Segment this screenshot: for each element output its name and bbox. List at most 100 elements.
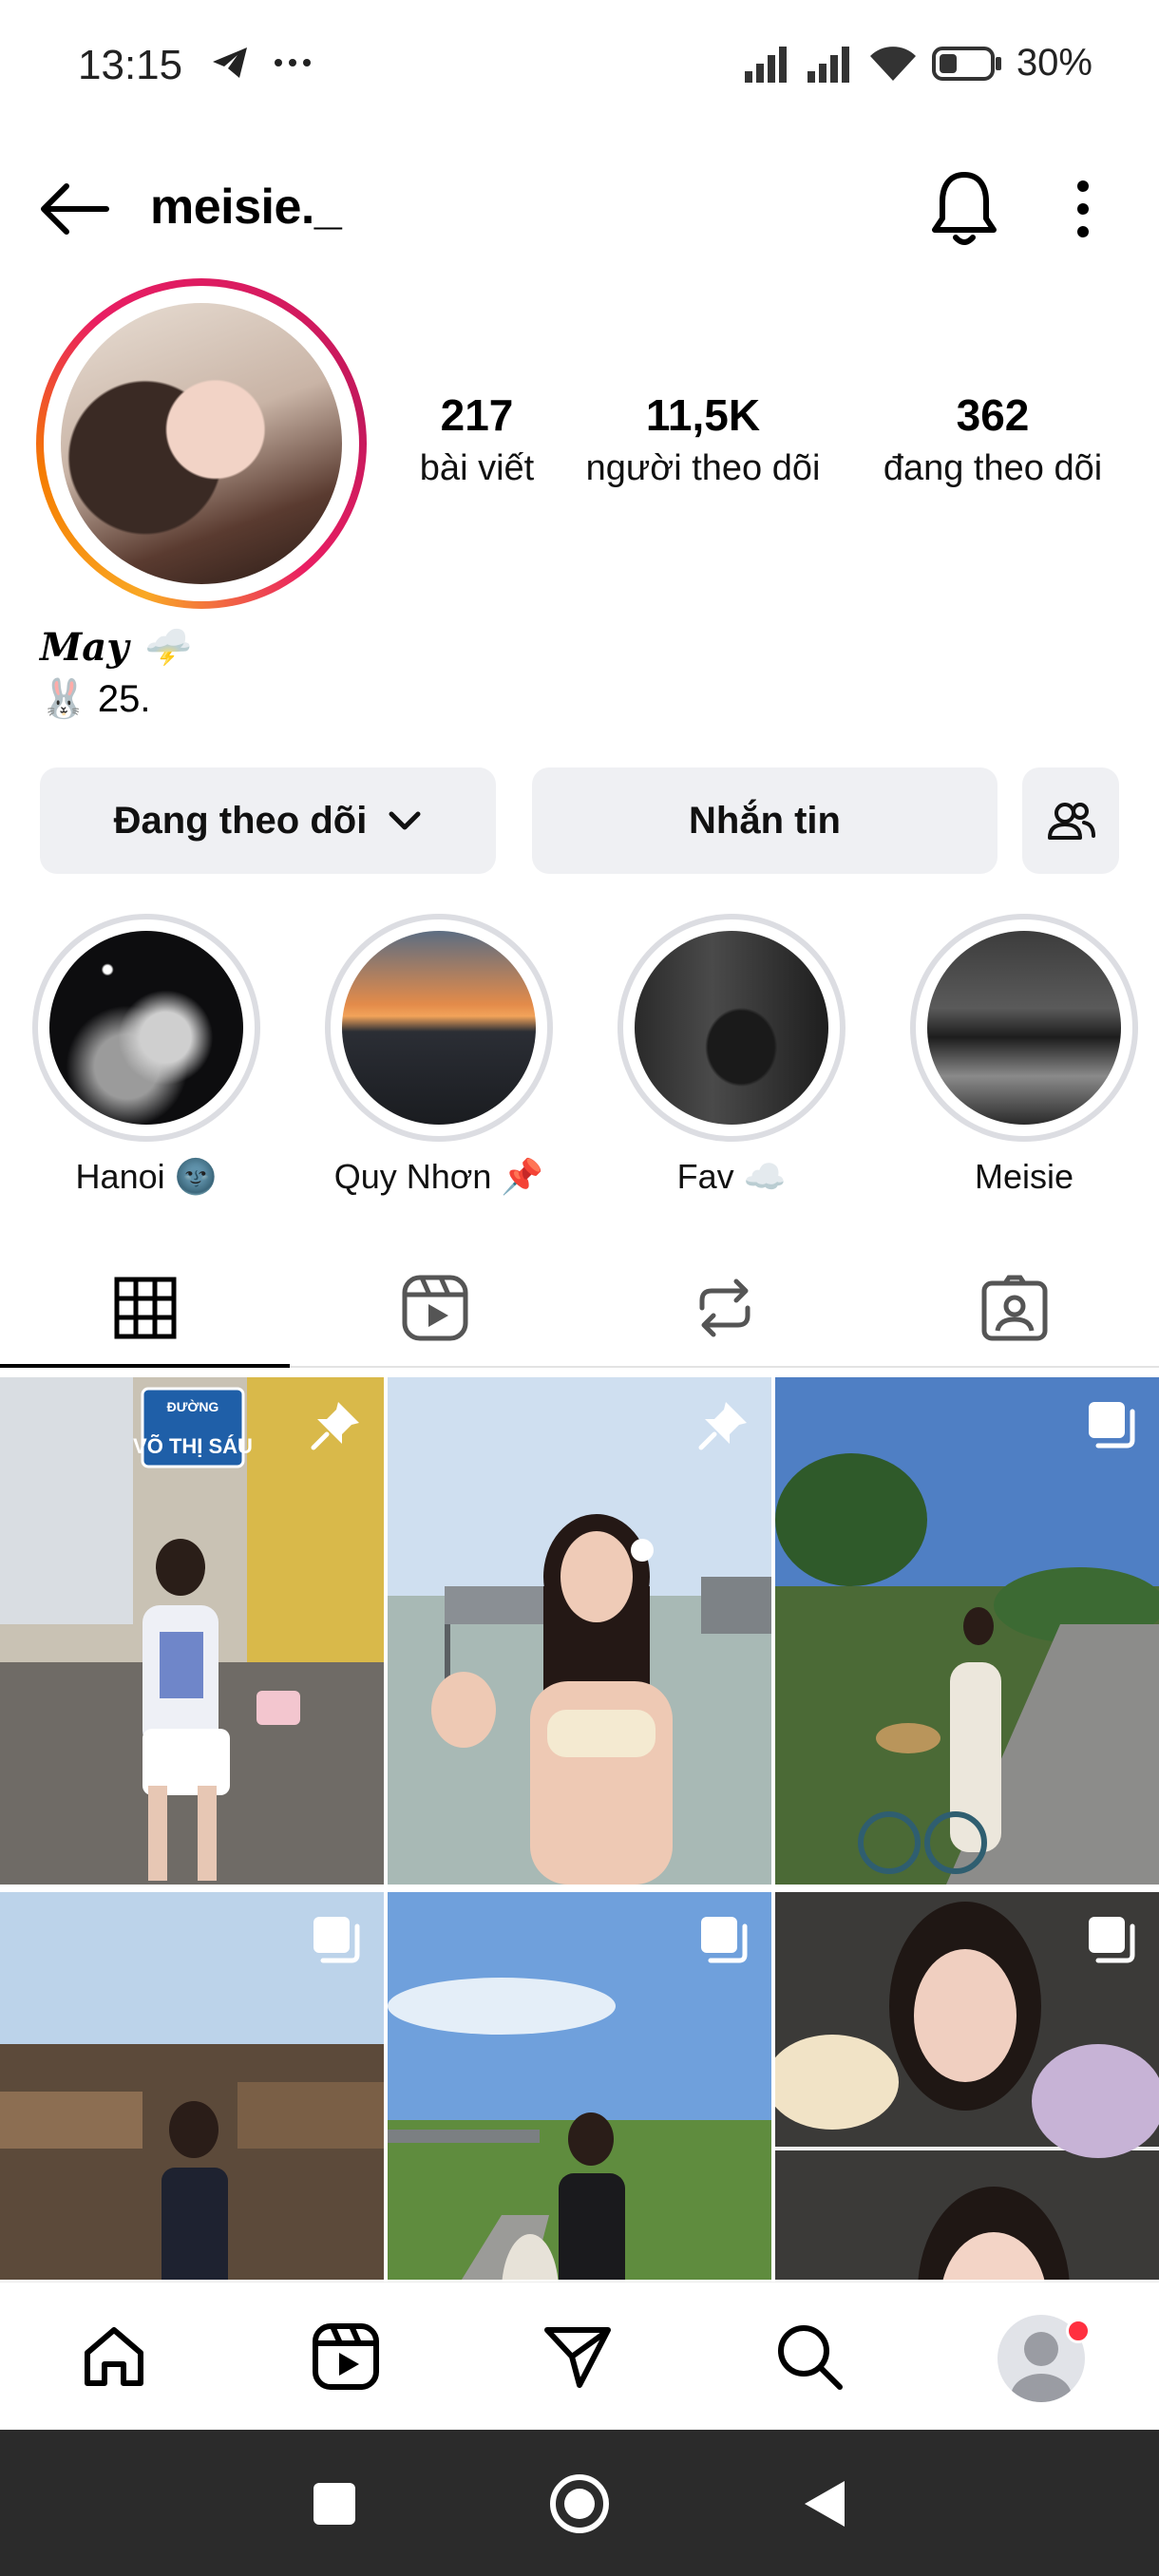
circle-icon — [550, 2474, 609, 2533]
more-options-button[interactable] — [1060, 175, 1106, 243]
grid-post[interactable]: ĐƯỜNG VÕ THỊ SÁU — [0, 1377, 384, 1885]
bell-icon — [932, 172, 997, 245]
grid-post[interactable] — [775, 1892, 1159, 2280]
grid-post[interactable] — [0, 1892, 384, 2280]
message-button-label: Nhắn tin — [689, 799, 841, 842]
stat-following[interactable]: 362 đang theo dõi — [855, 389, 1130, 489]
stat-posts-label: bài viết — [419, 448, 535, 488]
signal-icon — [807, 46, 849, 83]
grid-post[interactable] — [388, 1377, 771, 1885]
highlight-ring — [325, 914, 553, 1142]
wifi-icon — [869, 46, 916, 81]
home-system-button[interactable] — [540, 2464, 619, 2544]
telegram-icon — [213, 47, 247, 78]
profile-avatar-story-ring[interactable] — [36, 278, 367, 609]
highlight-item[interactable]: Quy Nhơn 📌 — [325, 914, 553, 1197]
triangle-back-icon — [805, 2481, 845, 2527]
grid-post[interactable] — [388, 1892, 771, 2280]
carousel-icon — [1089, 1917, 1135, 1963]
highlight-item[interactable]: Fav ☁️ — [618, 914, 846, 1197]
notification-dot — [1066, 2319, 1091, 2343]
grid-icon — [114, 1277, 176, 1339]
status-time: 13:15 — [78, 42, 183, 88]
bio-line: 🐰 25. — [40, 678, 151, 720]
tab-tagged[interactable] — [869, 1246, 1159, 1370]
back-arrow-icon — [41, 183, 109, 235]
highlight-thumbnail — [342, 931, 536, 1125]
nav-reels[interactable] — [306, 2317, 386, 2396]
highlight-label: Fav ☁️ — [676, 1157, 787, 1196]
status-left-icons — [211, 46, 312, 80]
battery-percent: 30% — [1016, 42, 1092, 84]
direct-icon — [544, 2327, 611, 2388]
suggested-people-button[interactable] — [1022, 767, 1119, 874]
highlight-ring — [910, 914, 1138, 1142]
highlight-label: Quy Nhơn 📌 — [333, 1157, 544, 1196]
nav-home[interactable] — [74, 2317, 154, 2396]
highlight-thumbnail — [49, 931, 243, 1125]
bio-name: May 🌩️ — [40, 625, 190, 670]
system-navigation-bar — [0, 2430, 1159, 2576]
tagged-icon — [981, 1275, 1047, 1341]
stat-following-count: 362 — [956, 390, 1030, 440]
following-button-label: Đang theo dõi — [113, 799, 368, 842]
profile-header: meisie._ — [0, 161, 1159, 256]
tab-reels[interactable] — [290, 1246, 580, 1370]
highlight-thumbnail — [635, 931, 828, 1125]
square-icon — [314, 2483, 355, 2525]
tab-reposts[interactable] — [580, 1246, 869, 1370]
highlight-item[interactable]: Meisie — [910, 914, 1138, 1197]
more-notifications-icon — [275, 59, 311, 66]
post-image — [388, 1377, 771, 1885]
highlight-ring — [618, 914, 846, 1142]
search-icon — [778, 2325, 843, 2390]
add-people-icon — [1048, 803, 1095, 840]
back-button[interactable] — [38, 179, 110, 239]
profile-tabs — [0, 1246, 1159, 1370]
post-image: ĐƯỜNG VÕ THỊ SÁU — [0, 1377, 384, 1885]
battery-icon — [931, 46, 1001, 81]
active-tab-indicator — [0, 1364, 290, 1368]
back-system-button[interactable] — [785, 2464, 864, 2544]
stat-posts[interactable]: 217 bài viết — [401, 389, 553, 489]
stat-followers-label: người theo dõi — [585, 448, 821, 488]
stat-followers-count: 11,5K — [645, 390, 761, 440]
street-sign-top: ĐƯỜNG — [167, 1398, 219, 1414]
carousel-icon — [701, 1917, 748, 1963]
more-vertical-icon — [1077, 180, 1089, 237]
status-right: 30% — [743, 42, 1092, 85]
stat-followers[interactable]: 11,5K người theo dõi — [568, 389, 838, 489]
highlight-ring — [32, 914, 260, 1142]
reels-icon — [402, 1275, 467, 1341]
highlight-label: Hanoi 🌚 — [75, 1157, 218, 1196]
recents-button[interactable] — [294, 2464, 374, 2544]
avatar-inner — [44, 286, 359, 601]
following-button[interactable]: Đang theo dõi — [40, 767, 496, 874]
highlight-label: Meisie — [974, 1157, 1074, 1196]
pinned-icon — [311, 1402, 359, 1450]
pinned-icon — [698, 1402, 747, 1450]
chevron-down-icon — [389, 811, 421, 830]
grid-post[interactable] — [775, 1377, 1159, 1885]
nav-search[interactable] — [770, 2317, 849, 2396]
bottom-navigation — [0, 2282, 1159, 2430]
signal-icon — [744, 46, 787, 83]
highlight-thumbnail — [927, 931, 1121, 1125]
message-button[interactable]: Nhắn tin — [532, 767, 998, 874]
page-title-username: meisie._ — [150, 180, 342, 235]
post-image — [775, 1377, 1159, 1885]
carousel-icon — [1089, 1402, 1135, 1449]
tab-posts-grid[interactable] — [0, 1246, 290, 1370]
avatar — [61, 303, 342, 584]
street-sign-name: VÕ THỊ SÁU — [133, 1434, 253, 1458]
carousel-icon — [314, 1917, 360, 1963]
reposts-icon — [699, 1279, 750, 1337]
stat-posts-count: 217 — [440, 390, 514, 440]
nav-direct[interactable] — [538, 2317, 618, 2396]
notifications-button[interactable] — [929, 167, 999, 249]
posts-grid: ĐƯỜNG VÕ THỊ SÁU — [0, 1377, 1159, 2280]
stat-following-label: đang theo dõi — [883, 448, 1103, 488]
story-highlights: Hanoi 🌚 Quy Nhơn 📌 Fav ☁️ Meisie — [0, 914, 1159, 1199]
home-icon — [85, 2327, 143, 2386]
highlight-item[interactable]: Hanoi 🌚 — [32, 914, 260, 1197]
